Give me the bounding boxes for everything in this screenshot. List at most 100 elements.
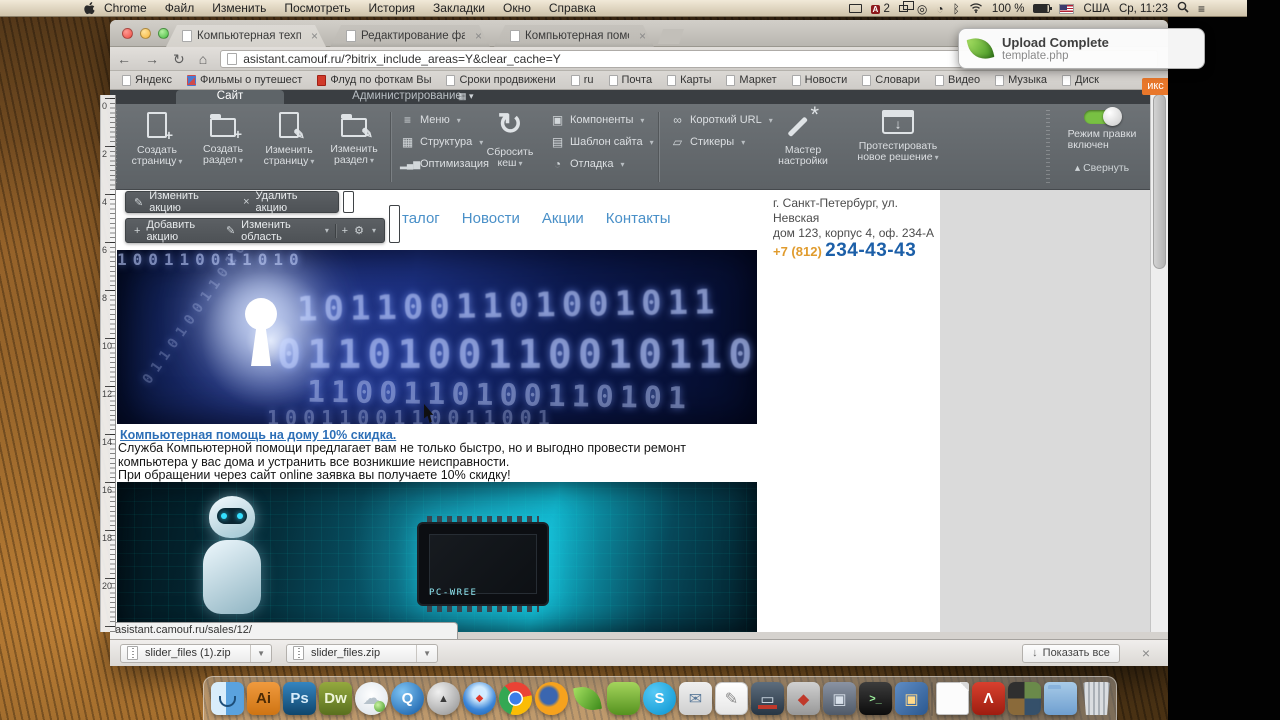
tab-close-icon[interactable]: × (639, 29, 646, 43)
promo-banner-binary[interactable]: 1011001101001011 0110100110010110 11001101… (117, 250, 757, 424)
gear-icon[interactable]: ⚙ (354, 224, 364, 237)
edit-action-button[interactable]: Изменить акцию (149, 190, 231, 214)
bookmark-item[interactable]: Фильмы о путешест (187, 74, 302, 86)
download-options-icon[interactable]: ▼ (250, 644, 265, 662)
trash-icon[interactable] (1083, 682, 1110, 715)
context-bar-handle[interactable] (389, 205, 400, 243)
home-button[interactable]: ⌂ (192, 48, 214, 70)
tab-close-icon[interactable]: × (475, 29, 482, 43)
mail-icon[interactable]: ✉ (679, 682, 712, 715)
collapse-panel-button[interactable]: ▴ Свернуть (1075, 162, 1129, 174)
scrollbar-thumb[interactable] (1153, 94, 1166, 269)
optimization-button[interactable]: ▂▄▆ Оптимизация (400, 156, 489, 172)
bookmark-item[interactable]: Сроки продвижени (446, 74, 556, 86)
input-language-flag-icon[interactable] (1059, 3, 1075, 14)
document-icon[interactable] (936, 682, 969, 715)
create-page-button[interactable]: + Создать страницу ▾ (126, 112, 188, 167)
promo-banner-robot[interactable]: PC-WREE (117, 482, 757, 632)
bookmark-item[interactable]: Музыка (995, 74, 1047, 86)
bookmark-item[interactable]: Видео (934, 74, 980, 86)
close-shelf-icon[interactable]: × (1134, 645, 1158, 661)
bookmark-item[interactable]: ru (570, 74, 594, 86)
menubar-item[interactable]: История (360, 1, 425, 15)
edit-section-button[interactable]: ✎ Изменить раздел ▾ (324, 112, 384, 166)
download-options-icon[interactable]: ▼ (416, 644, 431, 662)
remote-desktop-icon[interactable]: ▭ (751, 682, 784, 715)
launchpad-icon[interactable]: ▲ (427, 682, 460, 715)
reset-cache-button[interactable]: ↻ Сбросить кеш ▾ (478, 110, 542, 169)
edit-area-button[interactable]: Изменить область (241, 219, 317, 243)
firefox-icon[interactable] (535, 682, 568, 715)
chrome-icon[interactable] (499, 682, 532, 715)
toolbox-icon[interactable]: ▣ (895, 682, 928, 715)
zoom-window-button[interactable] (158, 28, 169, 39)
bookmark-item[interactable]: Почта (608, 74, 652, 86)
menubar-item[interactable]: Окно (494, 1, 540, 15)
edit-mode-toggle[interactable] (1084, 107, 1122, 126)
menubar-item[interactable]: Посмотреть (275, 1, 359, 15)
tab-close-icon[interactable]: × (311, 29, 318, 43)
screen-ruler[interactable]: 0 2 4 6 8 10 12 14 16 18 20 (100, 95, 116, 632)
add-action-button[interactable]: Добавить акцию (146, 219, 214, 243)
site-template-button[interactable]: ▤ Шаблон сайта ▾ (550, 134, 654, 150)
site-switcher-icon[interactable]: ▦ ▾ (458, 91, 474, 102)
adobe-status-icon[interactable]: A 2 (870, 3, 890, 15)
new-tab-button[interactable] (658, 29, 684, 44)
minimize-window-button[interactable] (140, 28, 151, 39)
input-language-label[interactable]: США (1083, 3, 1110, 15)
quicktime-icon[interactable]: Q (391, 682, 424, 715)
debug-button[interactable]: ◔ Отладка ▾ (550, 156, 654, 172)
bookmark-item[interactable]: Диск (1062, 74, 1099, 86)
cloud-app-icon[interactable]: ☁ (355, 682, 388, 715)
menubar-item[interactable]: Chrome (95, 1, 156, 15)
tab-3[interactable]: Компьютерная помощь н × (494, 25, 654, 47)
menubar-clock[interactable]: Ср, 11:23 (1119, 3, 1168, 15)
bookmark-item[interactable]: Маркет (726, 74, 777, 86)
notification-center-icon[interactable]: ≡ (1198, 3, 1205, 15)
media-app-icon[interactable]: ▣ (823, 682, 856, 715)
edit-page-button[interactable]: ✎ Изменить страницу ▾ (258, 112, 320, 167)
battery-icon[interactable] (1033, 4, 1053, 13)
skype-icon[interactable]: S (643, 682, 676, 715)
forward-button[interactable]: → (138, 48, 166, 70)
create-section-button[interactable]: + Создать раздел ▾ (192, 112, 254, 166)
toolbar-grip[interactable] (1046, 110, 1050, 184)
vmware-icon[interactable]: ◆ (787, 682, 820, 715)
leaf-app-icon[interactable] (571, 682, 604, 715)
dreamweaver-icon[interactable]: Dw (319, 682, 352, 715)
nav-link[interactable]: талог (402, 210, 440, 227)
delete-action-button[interactable]: Удалить акцию (256, 190, 330, 214)
structure-button[interactable]: ▦ Структура ▾ (400, 134, 489, 150)
short-url-button[interactable]: ∞ Короткий URL ▾ (670, 112, 773, 128)
nav-link[interactable]: Новости (462, 210, 520, 227)
context-bar-handle[interactable] (343, 191, 354, 213)
bookmark-item[interactable]: Яндекс (122, 74, 172, 86)
pin-icon[interactable]: + (342, 225, 348, 237)
tab-active[interactable]: Компьютерная техподде × (166, 25, 326, 47)
menubar-item[interactable]: Справка (540, 1, 605, 15)
bluetooth-icon[interactable]: ᛒ (953, 3, 960, 15)
nav-link[interactable]: Контакты (606, 210, 671, 227)
settings-wizard-button[interactable]: Мастернастройки (770, 102, 836, 167)
green-mascot-icon[interactable] (607, 682, 640, 715)
bookmark-item[interactable]: Словари (862, 74, 920, 86)
wifi-icon[interactable] (969, 2, 983, 16)
app-window-icon[interactable] (848, 4, 862, 13)
close-window-button[interactable] (122, 28, 133, 39)
bitrix-tab-site[interactable]: Сайт (176, 90, 284, 104)
opera-status-icon[interactable]: ◎ (917, 3, 927, 15)
reload-button[interactable]: ↻ (166, 48, 192, 70)
menubar-item[interactable]: Изменить (203, 1, 275, 15)
bookmark-item[interactable]: Новости (791, 74, 847, 86)
menubar-item[interactable]: Файл (156, 1, 204, 15)
tab-2[interactable]: Редактирование файла "т × (330, 25, 490, 47)
terminal-icon[interactable]: >_ (859, 682, 892, 715)
download-item[interactable]: slider_files.zip ▼ (286, 643, 438, 663)
adobe-reader-icon[interactable]: Λ (972, 682, 1005, 715)
dock-divider[interactable] (931, 681, 933, 716)
bitrix-tab-admin[interactable]: Администрирование (292, 90, 522, 104)
time-machine-icon[interactable]: ◔ (936, 3, 943, 15)
vertical-scrollbar[interactable] (1150, 90, 1168, 632)
nav-link[interactable]: Акции (542, 210, 584, 227)
textedit-icon[interactable]: ✎ (715, 682, 748, 715)
